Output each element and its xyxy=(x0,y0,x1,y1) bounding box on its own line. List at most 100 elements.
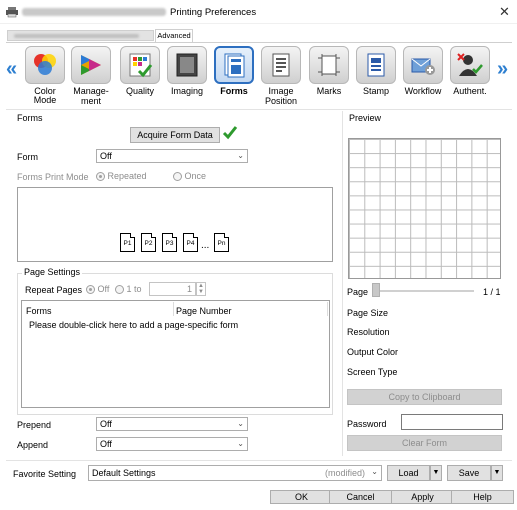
tool-label-line2: Position xyxy=(264,96,298,106)
tool-marks[interactable]: Marks xyxy=(306,46,352,96)
toolbar-divider xyxy=(6,109,512,110)
preview-title: Preview xyxy=(349,113,382,123)
scroll-left-icon[interactable]: « xyxy=(6,58,17,81)
page-size-label: Page Size xyxy=(347,308,389,318)
tool-imaging[interactable]: Imaging xyxy=(164,46,210,96)
chevron-down-icon: ⌄ xyxy=(237,439,244,448)
chevron-down-icon: ⌄ xyxy=(237,151,244,160)
panel-divider xyxy=(342,111,343,456)
page-p1: P1 xyxy=(120,233,135,252)
tool-label: Workflow xyxy=(404,86,442,96)
append-label: Append xyxy=(17,440,49,450)
tool-quality[interactable]: Quality xyxy=(117,46,163,96)
repeat-pages-label: Repeat Pages xyxy=(25,285,83,295)
forms-print-mode-label: Forms Print Mode xyxy=(17,172,89,182)
stamp-icon xyxy=(367,53,385,77)
close-button[interactable]: ✕ xyxy=(499,4,510,20)
tool-management[interactable]: Manage- ment xyxy=(68,46,114,106)
tool-workflow[interactable]: Workflow xyxy=(400,46,446,96)
tool-label: Quality xyxy=(125,86,154,96)
ok-button[interactable]: OK xyxy=(270,490,333,504)
tool-stamp[interactable]: Stamp xyxy=(353,46,399,96)
prepend-label: Prepend xyxy=(17,420,52,430)
prepend-select[interactable]: Off ⌄ xyxy=(96,417,248,431)
quality-icon xyxy=(129,53,153,78)
col-forms-header[interactable]: Forms xyxy=(26,306,52,316)
favorite-setting-label: Favorite Setting xyxy=(13,469,77,479)
page-label: Page xyxy=(347,287,369,297)
page-slider-thumb[interactable] xyxy=(372,283,380,297)
tool-label: Stamp xyxy=(362,86,389,96)
scroll-right-icon[interactable]: » xyxy=(497,58,508,81)
preview-grid xyxy=(348,138,501,279)
window-title: Printing Preferences xyxy=(170,7,257,18)
page-p4: P4 xyxy=(183,233,198,252)
clear-form-button: Clear Form xyxy=(347,435,502,451)
tool-authentication[interactable]: Authent. xyxy=(447,46,493,96)
load-dropdown-icon[interactable]: ▼ xyxy=(430,465,442,481)
tool-label-line2: ment xyxy=(80,96,101,106)
tool-label: Color Mode xyxy=(33,86,57,105)
help-button[interactable]: Help xyxy=(451,490,514,504)
acquire-form-data-button[interactable]: Acquire Form Data xyxy=(130,127,220,143)
forms-group-title: Forms xyxy=(17,113,43,123)
tool-label: Authent. xyxy=(453,86,487,96)
tool-color-mode[interactable]: Color Mode xyxy=(22,46,68,105)
page-slider-track[interactable] xyxy=(372,290,474,292)
form-select-value: Off xyxy=(100,151,112,161)
chevron-down-icon: ⌄ xyxy=(237,419,244,428)
image-position-icon xyxy=(272,53,290,77)
tab-advanced[interactable]: Advanced xyxy=(155,29,193,42)
form-label: Form xyxy=(17,152,38,162)
page-settings-title: Page Settings xyxy=(22,267,83,277)
page-p2: P2 xyxy=(141,233,156,252)
blurred-tab-label xyxy=(14,34,139,38)
tool-label: Marks xyxy=(316,86,342,96)
apply-button[interactable]: Apply xyxy=(391,490,454,504)
favorite-setting-value: Default Settings xyxy=(92,468,156,478)
add-form-hint[interactable]: Please double-click here to add a page-s… xyxy=(29,320,238,330)
printer-icon xyxy=(6,7,18,18)
save-button[interactable]: Save xyxy=(447,465,491,481)
repeat-off-radio: Off xyxy=(86,284,110,295)
repeat-range-input: 1 xyxy=(149,282,196,296)
screen-type-label: Screen Type xyxy=(347,367,398,377)
repeat-off-label: Off xyxy=(97,284,110,294)
page-forms-table[interactable] xyxy=(21,300,330,408)
append-value: Off xyxy=(100,439,112,449)
range-spinner: ▲ ▼ xyxy=(196,282,206,296)
repeated-radio-label: Repeated xyxy=(107,171,147,181)
form-select[interactable]: Off ⌄ xyxy=(96,149,248,163)
blurred-printer-name xyxy=(22,8,166,16)
favorite-divider xyxy=(6,460,512,461)
cancel-button[interactable]: Cancel xyxy=(329,490,392,504)
pages-ellipsis: ... xyxy=(201,240,210,251)
tool-forms[interactable]: Forms xyxy=(211,46,257,96)
append-select[interactable]: Off ⌄ xyxy=(96,437,248,451)
page-count: 1 / 1 xyxy=(483,287,501,297)
prepend-value: Off xyxy=(100,419,112,429)
radio-icon xyxy=(115,285,124,295)
tool-label: Imaging xyxy=(170,86,204,96)
page-p3: P3 xyxy=(162,233,177,252)
radio-icon xyxy=(173,172,182,182)
password-label: Password xyxy=(347,419,387,429)
workflow-icon xyxy=(411,58,435,75)
once-radio: Once xyxy=(173,171,206,182)
color-mode-icon xyxy=(34,54,56,75)
marks-icon xyxy=(318,54,340,76)
radio-icon xyxy=(86,285,95,295)
favorite-setting-select[interactable]: Default Settings (modified) ⌄ xyxy=(88,465,382,481)
column-divider xyxy=(173,302,174,316)
repeat-range-radio: 1 to xyxy=(115,284,142,295)
col-page-number-header[interactable]: Page Number xyxy=(176,306,232,316)
tool-label: Forms xyxy=(220,86,248,96)
tool-label: Image xyxy=(268,86,294,96)
output-color-label: Output Color xyxy=(347,347,399,357)
radio-icon xyxy=(96,172,105,182)
save-dropdown-icon[interactable]: ▼ xyxy=(491,465,503,481)
password-input[interactable] xyxy=(401,414,503,430)
load-button[interactable]: Load xyxy=(387,465,430,481)
management-icon xyxy=(81,55,101,75)
tool-image-position[interactable]: Image Position xyxy=(258,46,304,106)
